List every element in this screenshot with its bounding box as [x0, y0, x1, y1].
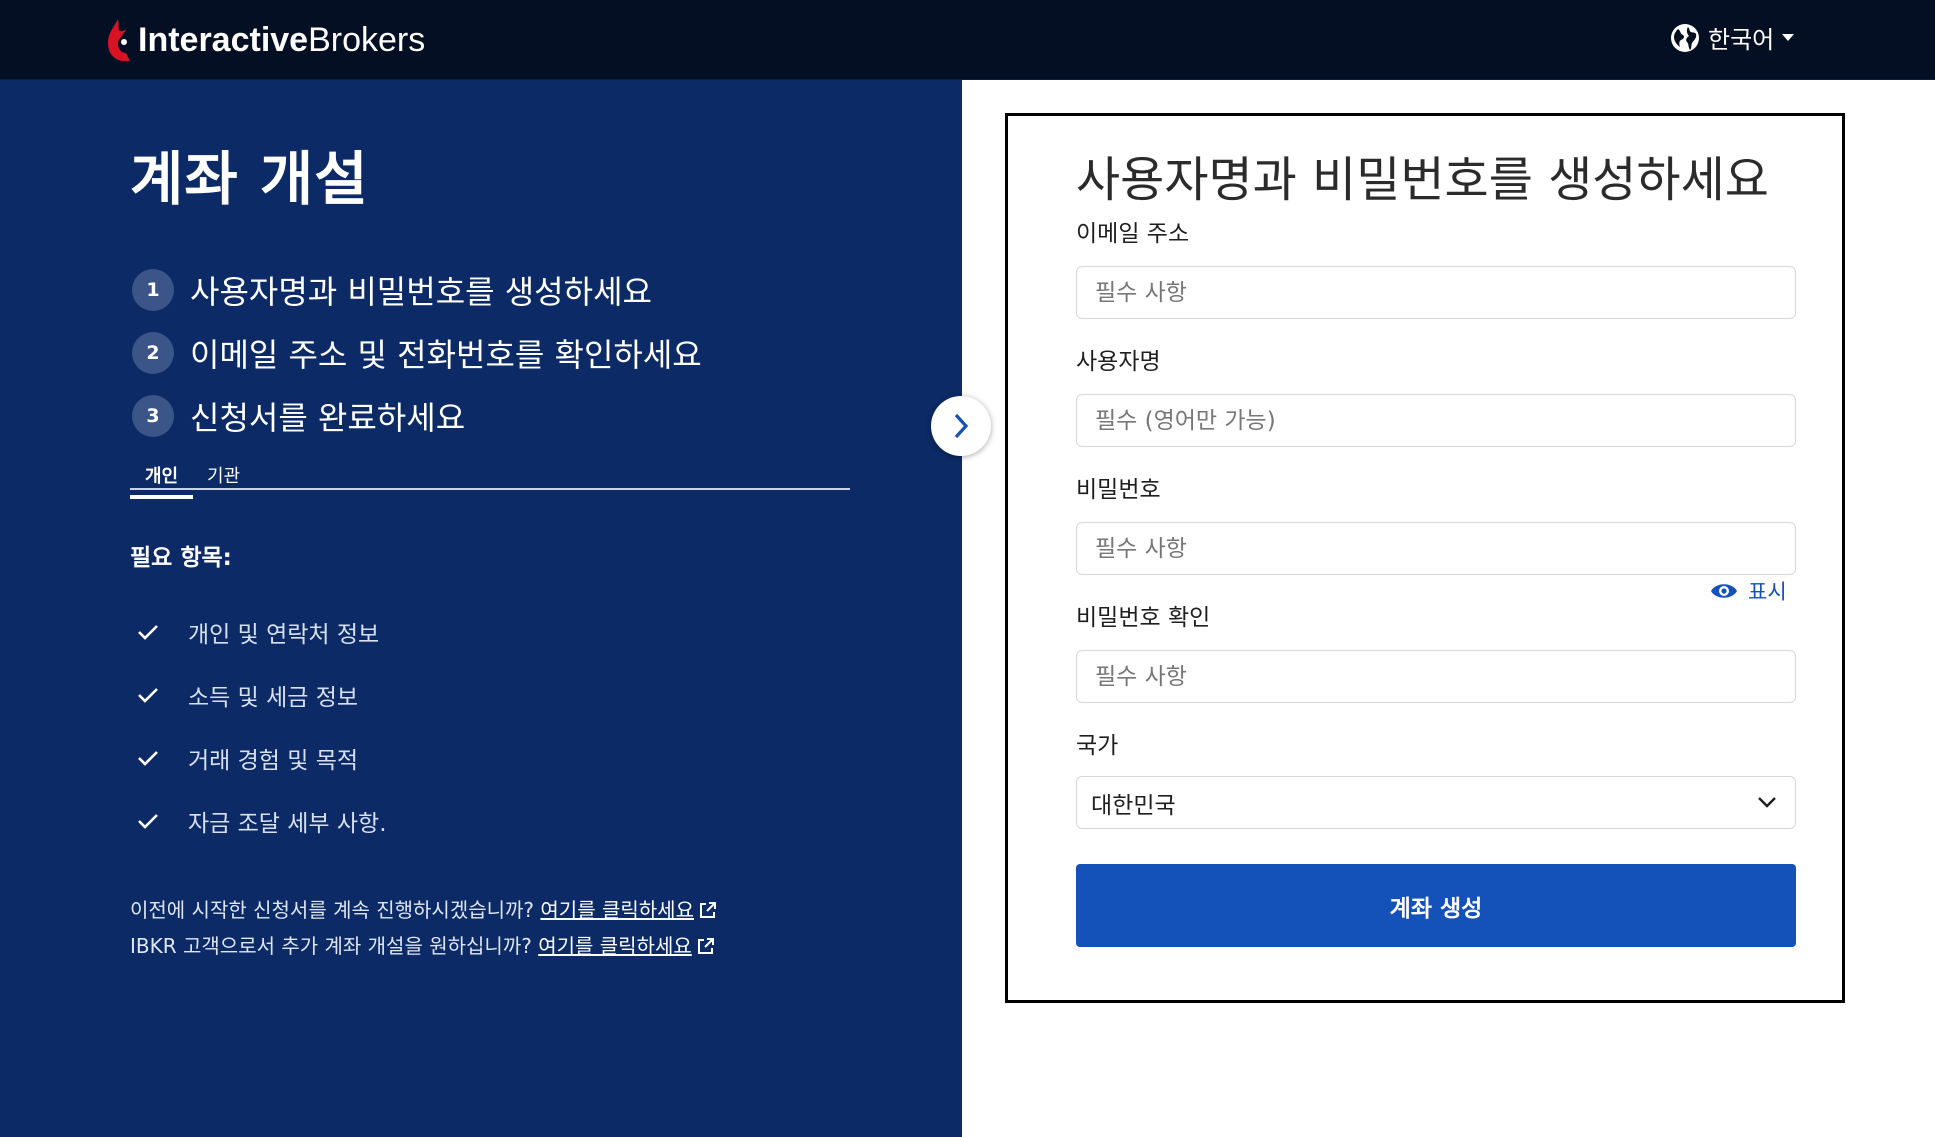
- tab-institution[interactable]: 기관: [207, 462, 240, 488]
- step-number: 2: [132, 331, 174, 374]
- check-icon: [138, 687, 158, 703]
- logo-flame-icon: [108, 19, 130, 61]
- check-icon: [138, 750, 158, 766]
- step-label: 신청서를 완료하세요: [190, 398, 466, 437]
- confirm-password-label: 비밀번호 확인: [1076, 605, 1211, 631]
- email-field[interactable]: [1076, 266, 1796, 319]
- username-label: 사용자명: [1076, 349, 1161, 375]
- requirement-item: 개인 및 연락처 정보: [136, 600, 387, 663]
- resume-link-label: 여기를 클릭하세요: [540, 898, 694, 922]
- globe-icon: [1671, 23, 1699, 52]
- step-number: 1: [132, 268, 174, 311]
- help-links: 이전에 시작한 신청서를 계속 진행하시겠습니까? 여기를 클릭하세요 IBKR…: [130, 892, 718, 964]
- form-title: 사용자명과 비밀번호를 생성하세요: [1076, 152, 1769, 208]
- active-tab-indicator: [130, 495, 193, 499]
- logo[interactable]: InteractiveBrokers: [104, 14, 425, 66]
- step-label: 사용자명과 비밀번호를 생성하세요: [190, 272, 652, 311]
- requirement-label: 자금 조달 세부 사항.: [188, 810, 387, 837]
- caret-down-icon: [1782, 34, 1795, 41]
- panel-toggle-button[interactable]: [931, 396, 991, 456]
- show-password-label: 표시: [1748, 580, 1787, 604]
- tab-individual[interactable]: 개인: [145, 462, 178, 488]
- chevron-down-icon: [1758, 797, 1776, 808]
- requirement-label: 거래 경험 및 목적: [188, 747, 359, 774]
- confirm-password-field[interactable]: [1076, 650, 1796, 703]
- page-title: 계좌 개설: [130, 145, 369, 213]
- existing-line: IBKR 고객으로서 추가 계좌 개설을 원하십니까? 여기를 클릭하세요: [130, 928, 718, 964]
- requirement-label: 소득 및 세금 정보: [188, 684, 359, 711]
- check-icon: [138, 813, 158, 829]
- username-field[interactable]: [1076, 394, 1796, 447]
- password-label: 비밀번호: [1076, 477, 1161, 503]
- left-panel: 계좌 개설 1 사용자명과 비밀번호를 생성하세요 2 이메일 주소 및 전화번…: [0, 80, 962, 1137]
- existing-link-label: 여기를 클릭하세요: [538, 934, 692, 958]
- existing-text: IBKR 고객으로서 추가 계좌 개설을 원하십니까?: [130, 934, 532, 958]
- resume-line: 이전에 시작한 신청서를 계속 진행하시겠습니까? 여기를 클릭하세요: [130, 892, 718, 928]
- check-icon: [138, 624, 158, 640]
- requirement-item: 소득 및 세금 정보: [136, 663, 387, 726]
- requirement-label: 개인 및 연락처 정보: [188, 621, 380, 648]
- top-bar: InteractiveBrokers 한국어: [0, 0, 1935, 80]
- external-link-icon: [699, 902, 716, 918]
- step-item: 2 이메일 주소 및 전화번호를 확인하세요: [132, 321, 702, 384]
- email-label: 이메일 주소: [1076, 221, 1190, 247]
- external-link-icon: [697, 938, 714, 954]
- password-field[interactable]: [1076, 522, 1796, 575]
- step-item: 3 신청서를 완료하세요: [132, 384, 702, 447]
- eye-icon: [1711, 584, 1737, 598]
- country-select[interactable]: 대한민국: [1076, 776, 1796, 829]
- step-item: 1 사용자명과 비밀번호를 생성하세요: [132, 258, 702, 321]
- step-number: 3: [132, 394, 174, 437]
- requirement-item: 자금 조달 세부 사항.: [136, 789, 387, 852]
- logo-text-light: Brokers: [308, 20, 426, 59]
- signup-form: 사용자명과 비밀번호를 생성하세요 이메일 주소 사용자명 비밀번호 표시 비밀…: [1005, 113, 1845, 1003]
- resume-text: 이전에 시작한 신청서를 계속 진행하시겠습니까?: [130, 898, 535, 922]
- account-type-tabs: 개인 기관: [130, 462, 850, 499]
- country-value: 대한민국: [1091, 792, 1176, 819]
- requirement-item: 거래 경험 및 목적: [136, 726, 387, 789]
- logo-text: InteractiveBrokers: [138, 21, 425, 60]
- language-label: 한국어: [1708, 26, 1775, 54]
- chevron-right-icon: [954, 413, 969, 439]
- existing-link[interactable]: 여기를 클릭하세요: [538, 934, 716, 958]
- show-password-toggle[interactable]: 표시: [1710, 576, 1787, 606]
- language-selector[interactable]: 한국어: [1670, 20, 1795, 55]
- requirements-title: 필요 항목:: [130, 545, 232, 571]
- create-account-button[interactable]: 계좌 생성: [1076, 864, 1796, 947]
- requirements-list: 개인 및 연락처 정보 소득 및 세금 정보 거래 경험 및 목적 자금 조달 …: [136, 600, 387, 852]
- logo-text-bold: Interactive: [138, 20, 309, 59]
- country-label: 국가: [1076, 733, 1119, 759]
- step-label: 이메일 주소 및 전화번호를 확인하세요: [190, 335, 702, 374]
- resume-link[interactable]: 여기를 클릭하세요: [540, 898, 718, 922]
- steps-list: 1 사용자명과 비밀번호를 생성하세요 2 이메일 주소 및 전화번호를 확인하…: [132, 258, 702, 447]
